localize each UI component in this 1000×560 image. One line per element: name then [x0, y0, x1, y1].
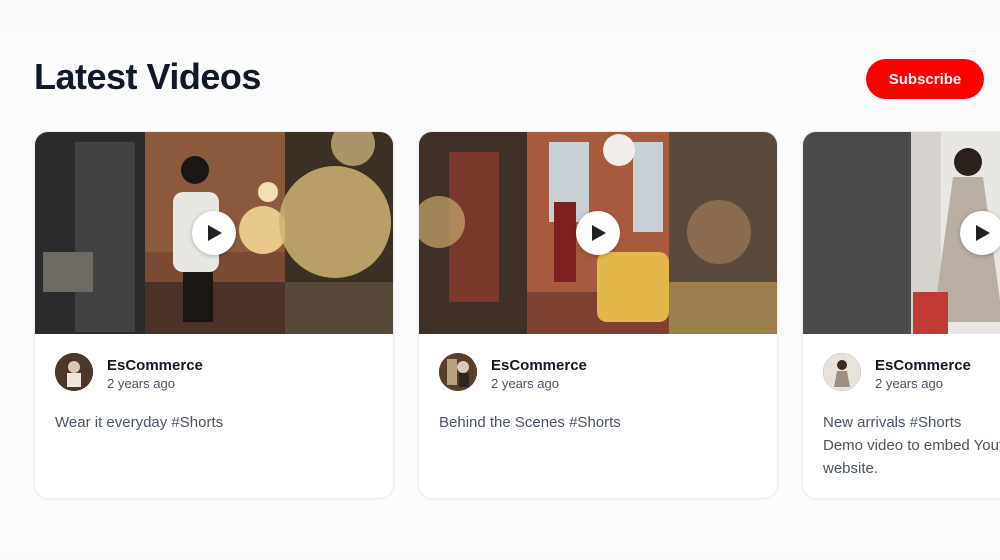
channel-avatar[interactable] — [823, 353, 861, 391]
channel-name[interactable]: EsCommerce — [107, 357, 203, 374]
video-timestamp: 2 years ago — [107, 376, 175, 391]
channel-name[interactable]: EsCommerce — [875, 357, 971, 374]
video-thumbnail[interactable] — [803, 132, 1000, 334]
video-description: New arrivals #Shorts Demo video to embed… — [823, 414, 1000, 477]
video-timestamp: 2 years ago — [875, 376, 943, 391]
video-carousel[interactable]: EsCommerce 2 years ago Wear it everyday … — [0, 0, 1000, 560]
video-thumbnail[interactable] — [35, 132, 393, 334]
video-description: Wear it everyday #Shorts — [55, 414, 224, 431]
play-icon — [976, 225, 990, 241]
play-button[interactable] — [576, 211, 620, 255]
play-icon — [592, 225, 606, 241]
play-button[interactable] — [960, 211, 1000, 255]
video-thumbnail[interactable] — [419, 132, 777, 334]
channel-avatar[interactable] — [439, 353, 477, 391]
play-icon — [208, 225, 222, 241]
video-card[interactable]: EsCommerce 2 years ago Behind the Scenes… — [418, 131, 778, 499]
video-timestamp: 2 years ago — [491, 376, 559, 391]
video-description: Behind the Scenes #Shorts — [439, 414, 621, 431]
play-button[interactable] — [192, 211, 236, 255]
channel-avatar[interactable] — [55, 353, 93, 391]
video-card[interactable]: EsCommerce 2 years ago New arrivals #Sho… — [802, 131, 1000, 499]
channel-name[interactable]: EsCommerce — [491, 357, 587, 374]
video-card[interactable]: EsCommerce 2 years ago Wear it everyday … — [34, 131, 394, 499]
